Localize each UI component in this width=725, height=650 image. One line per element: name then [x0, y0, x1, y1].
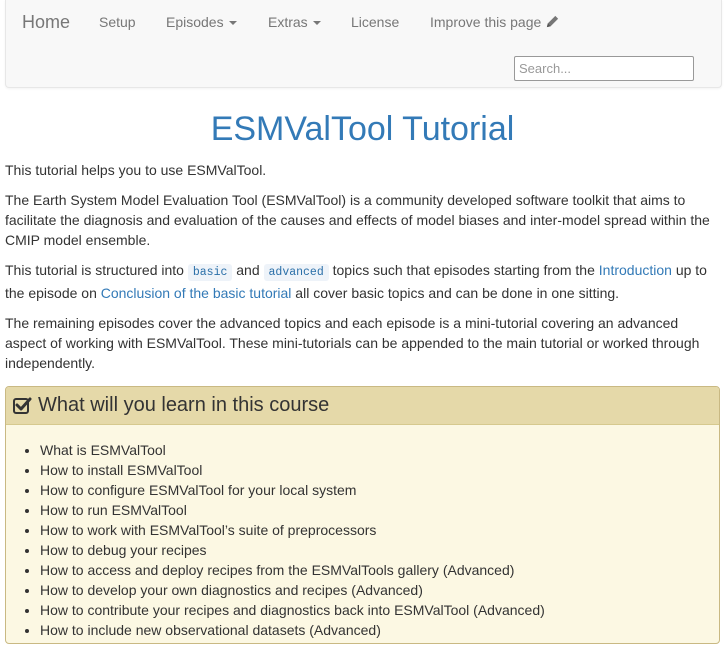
- objectives-box: What will you learn in this course What …: [5, 386, 720, 644]
- pencil-icon: [547, 15, 559, 28]
- structure-text-5: all cover basic topics and can be done i…: [291, 285, 620, 301]
- nav-episodes-dropdown[interactable]: Episodes: [166, 14, 237, 30]
- objectives-list: What is ESMValTool How to install ESMVal…: [20, 440, 719, 640]
- list-item: What is ESMValTool: [40, 440, 719, 460]
- objectives-title: What will you learn in this course: [38, 394, 330, 416]
- list-item: How to include new observational dataset…: [40, 620, 719, 640]
- description-paragraph: The Earth System Model Evaluation Tool (…: [5, 192, 710, 248]
- introduction-link[interactable]: Introduction: [599, 262, 672, 278]
- structure-paragraph: This tutorial is structured into basic a…: [5, 260, 723, 303]
- nav-extras-label: Extras: [268, 14, 308, 30]
- structure-text-2: and: [232, 262, 264, 278]
- nav-setup-link[interactable]: Setup: [99, 14, 136, 30]
- list-item: How to work with ESMValTool’s suite of p…: [40, 520, 719, 540]
- nav-improve-label: Improve this page: [430, 14, 542, 30]
- main-content: This tutorial helps you to use ESMValToo…: [5, 160, 723, 383]
- structure-text-3: topics such that episodes starting from …: [328, 262, 599, 278]
- conclusion-link[interactable]: Conclusion of the basic tutorial: [101, 285, 292, 301]
- list-item: How to install ESMValTool: [40, 460, 719, 480]
- navbar: Home Setup Episodes Extras License Impro…: [5, 0, 722, 88]
- list-item: How to configure ESMValTool for your loc…: [40, 480, 719, 500]
- caret-down-icon: [312, 21, 321, 26]
- advanced-code: advanced: [263, 264, 329, 281]
- list-item: How to develop your own diagnostics and …: [40, 580, 719, 600]
- list-item: How to contribute your recipes and diagn…: [40, 600, 719, 620]
- nav-episodes-label: Episodes: [166, 14, 224, 30]
- basic-code: basic: [187, 264, 233, 281]
- remaining-paragraph: The remaining episodes cover the advance…: [5, 315, 700, 371]
- intro-paragraph: This tutorial helps you to use ESMValToo…: [5, 162, 267, 178]
- nav-row: Home Setup Episodes Extras License Impro…: [6, 0, 721, 46]
- caret-down-icon: [228, 21, 237, 26]
- list-item: How to run ESMValTool: [40, 500, 719, 520]
- page-title: ESMValTool Tutorial: [210, 110, 515, 148]
- objectives-body: What is ESMValTool How to install ESMVal…: [6, 425, 719, 640]
- list-item: How to access and deploy recipes from th…: [40, 560, 719, 580]
- nav-license-link[interactable]: License: [351, 14, 399, 30]
- search-input[interactable]: [514, 56, 694, 81]
- list-item: How to debug your recipes: [40, 540, 719, 560]
- objectives-header: What will you learn in this course: [6, 387, 719, 425]
- structure-text-1: This tutorial is structured into: [5, 262, 188, 278]
- nav-home-link[interactable]: Home: [22, 12, 70, 33]
- nav-improve-link[interactable]: Improve this page: [430, 14, 560, 30]
- check-square-icon: [13, 397, 32, 414]
- nav-extras-dropdown[interactable]: Extras: [268, 14, 321, 30]
